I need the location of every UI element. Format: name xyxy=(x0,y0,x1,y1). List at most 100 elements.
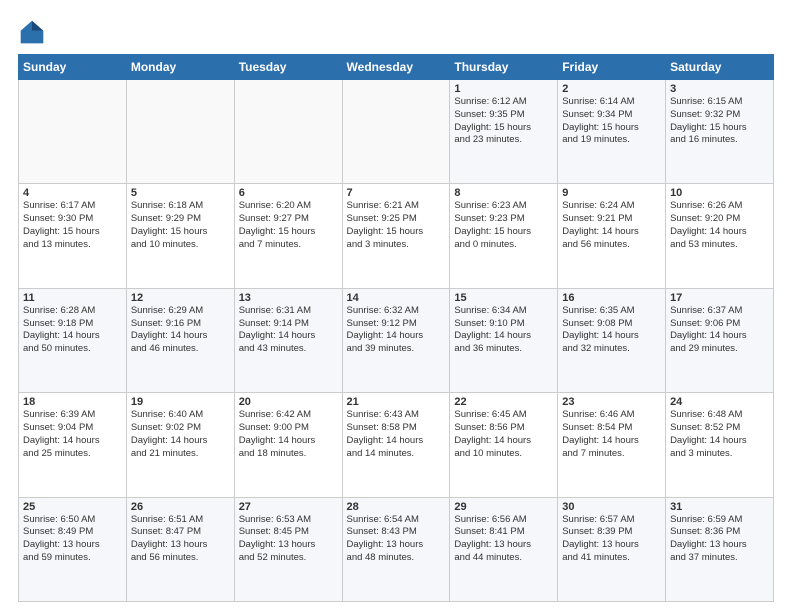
weekday-header: Thursday xyxy=(450,55,558,80)
weekday-header: Wednesday xyxy=(342,55,450,80)
day-number: 1 xyxy=(454,83,553,95)
day-info: Sunrise: 6:37 AMSunset: 9:06 PMDaylight:… xyxy=(670,305,769,356)
day-number: 28 xyxy=(347,501,446,513)
calendar-cell: 18Sunrise: 6:39 AMSunset: 9:04 PMDayligh… xyxy=(19,393,127,497)
day-info: Sunrise: 6:54 AMSunset: 8:43 PMDaylight:… xyxy=(347,514,446,565)
calendar-cell: 30Sunrise: 6:57 AMSunset: 8:39 PMDayligh… xyxy=(558,497,666,601)
calendar-cell: 28Sunrise: 6:54 AMSunset: 8:43 PMDayligh… xyxy=(342,497,450,601)
day-info: Sunrise: 6:24 AMSunset: 9:21 PMDaylight:… xyxy=(562,200,661,251)
calendar-cell: 9Sunrise: 6:24 AMSunset: 9:21 PMDaylight… xyxy=(558,184,666,288)
calendar-cell: 11Sunrise: 6:28 AMSunset: 9:18 PMDayligh… xyxy=(19,288,127,392)
calendar-cell: 2Sunrise: 6:14 AMSunset: 9:34 PMDaylight… xyxy=(558,80,666,184)
day-number: 30 xyxy=(562,501,661,513)
day-number: 29 xyxy=(454,501,553,513)
day-info: Sunrise: 6:18 AMSunset: 9:29 PMDaylight:… xyxy=(131,200,230,251)
calendar-cell: 25Sunrise: 6:50 AMSunset: 8:49 PMDayligh… xyxy=(19,497,127,601)
calendar: SundayMondayTuesdayWednesdayThursdayFrid… xyxy=(18,54,774,602)
day-info: Sunrise: 6:40 AMSunset: 9:02 PMDaylight:… xyxy=(131,409,230,460)
day-info: Sunrise: 6:35 AMSunset: 9:08 PMDaylight:… xyxy=(562,305,661,356)
calendar-cell: 13Sunrise: 6:31 AMSunset: 9:14 PMDayligh… xyxy=(234,288,342,392)
day-info: Sunrise: 6:56 AMSunset: 8:41 PMDaylight:… xyxy=(454,514,553,565)
day-number: 19 xyxy=(131,396,230,408)
calendar-cell: 31Sunrise: 6:59 AMSunset: 8:36 PMDayligh… xyxy=(666,497,774,601)
day-info: Sunrise: 6:17 AMSunset: 9:30 PMDaylight:… xyxy=(23,200,122,251)
day-info: Sunrise: 6:14 AMSunset: 9:34 PMDaylight:… xyxy=(562,96,661,147)
calendar-cell: 19Sunrise: 6:40 AMSunset: 9:02 PMDayligh… xyxy=(126,393,234,497)
logo-icon xyxy=(18,18,46,46)
calendar-header: SundayMondayTuesdayWednesdayThursdayFrid… xyxy=(19,55,774,80)
day-number: 10 xyxy=(670,187,769,199)
calendar-cell: 29Sunrise: 6:56 AMSunset: 8:41 PMDayligh… xyxy=(450,497,558,601)
day-number: 22 xyxy=(454,396,553,408)
calendar-body: 1Sunrise: 6:12 AMSunset: 9:35 PMDaylight… xyxy=(19,80,774,602)
calendar-week: 18Sunrise: 6:39 AMSunset: 9:04 PMDayligh… xyxy=(19,393,774,497)
day-info: Sunrise: 6:15 AMSunset: 9:32 PMDaylight:… xyxy=(670,96,769,147)
calendar-cell: 26Sunrise: 6:51 AMSunset: 8:47 PMDayligh… xyxy=(126,497,234,601)
day-number: 15 xyxy=(454,292,553,304)
weekday-header: Sunday xyxy=(19,55,127,80)
calendar-cell: 22Sunrise: 6:45 AMSunset: 8:56 PMDayligh… xyxy=(450,393,558,497)
calendar-cell: 7Sunrise: 6:21 AMSunset: 9:25 PMDaylight… xyxy=(342,184,450,288)
weekday-header: Friday xyxy=(558,55,666,80)
calendar-cell: 8Sunrise: 6:23 AMSunset: 9:23 PMDaylight… xyxy=(450,184,558,288)
day-number: 5 xyxy=(131,187,230,199)
calendar-cell: 12Sunrise: 6:29 AMSunset: 9:16 PMDayligh… xyxy=(126,288,234,392)
day-number: 31 xyxy=(670,501,769,513)
calendar-cell: 20Sunrise: 6:42 AMSunset: 9:00 PMDayligh… xyxy=(234,393,342,497)
day-info: Sunrise: 6:20 AMSunset: 9:27 PMDaylight:… xyxy=(239,200,338,251)
day-info: Sunrise: 6:59 AMSunset: 8:36 PMDaylight:… xyxy=(670,514,769,565)
calendar-week: 1Sunrise: 6:12 AMSunset: 9:35 PMDaylight… xyxy=(19,80,774,184)
day-number: 25 xyxy=(23,501,122,513)
calendar-week: 25Sunrise: 6:50 AMSunset: 8:49 PMDayligh… xyxy=(19,497,774,601)
calendar-cell: 15Sunrise: 6:34 AMSunset: 9:10 PMDayligh… xyxy=(450,288,558,392)
calendar-cell: 17Sunrise: 6:37 AMSunset: 9:06 PMDayligh… xyxy=(666,288,774,392)
day-number: 3 xyxy=(670,83,769,95)
day-info: Sunrise: 6:42 AMSunset: 9:00 PMDaylight:… xyxy=(239,409,338,460)
weekday-header: Saturday xyxy=(666,55,774,80)
day-info: Sunrise: 6:53 AMSunset: 8:45 PMDaylight:… xyxy=(239,514,338,565)
day-number: 17 xyxy=(670,292,769,304)
calendar-cell: 3Sunrise: 6:15 AMSunset: 9:32 PMDaylight… xyxy=(666,80,774,184)
calendar-table: SundayMondayTuesdayWednesdayThursdayFrid… xyxy=(18,54,774,602)
day-info: Sunrise: 6:48 AMSunset: 8:52 PMDaylight:… xyxy=(670,409,769,460)
weekday-header: Monday xyxy=(126,55,234,80)
day-info: Sunrise: 6:21 AMSunset: 9:25 PMDaylight:… xyxy=(347,200,446,251)
calendar-cell: 21Sunrise: 6:43 AMSunset: 8:58 PMDayligh… xyxy=(342,393,450,497)
calendar-cell xyxy=(234,80,342,184)
calendar-week: 11Sunrise: 6:28 AMSunset: 9:18 PMDayligh… xyxy=(19,288,774,392)
day-info: Sunrise: 6:23 AMSunset: 9:23 PMDaylight:… xyxy=(454,200,553,251)
header xyxy=(18,18,774,46)
day-number: 26 xyxy=(131,501,230,513)
calendar-week: 4Sunrise: 6:17 AMSunset: 9:30 PMDaylight… xyxy=(19,184,774,288)
calendar-cell: 10Sunrise: 6:26 AMSunset: 9:20 PMDayligh… xyxy=(666,184,774,288)
calendar-cell xyxy=(342,80,450,184)
day-number: 21 xyxy=(347,396,446,408)
day-info: Sunrise: 6:50 AMSunset: 8:49 PMDaylight:… xyxy=(23,514,122,565)
day-info: Sunrise: 6:45 AMSunset: 8:56 PMDaylight:… xyxy=(454,409,553,460)
day-info: Sunrise: 6:57 AMSunset: 8:39 PMDaylight:… xyxy=(562,514,661,565)
day-number: 8 xyxy=(454,187,553,199)
calendar-cell: 27Sunrise: 6:53 AMSunset: 8:45 PMDayligh… xyxy=(234,497,342,601)
day-number: 2 xyxy=(562,83,661,95)
calendar-cell: 6Sunrise: 6:20 AMSunset: 9:27 PMDaylight… xyxy=(234,184,342,288)
day-number: 24 xyxy=(670,396,769,408)
calendar-cell xyxy=(126,80,234,184)
calendar-cell: 24Sunrise: 6:48 AMSunset: 8:52 PMDayligh… xyxy=(666,393,774,497)
calendar-cell: 14Sunrise: 6:32 AMSunset: 9:12 PMDayligh… xyxy=(342,288,450,392)
day-number: 7 xyxy=(347,187,446,199)
day-number: 13 xyxy=(239,292,338,304)
day-number: 16 xyxy=(562,292,661,304)
day-number: 20 xyxy=(239,396,338,408)
day-info: Sunrise: 6:12 AMSunset: 9:35 PMDaylight:… xyxy=(454,96,553,147)
calendar-cell: 16Sunrise: 6:35 AMSunset: 9:08 PMDayligh… xyxy=(558,288,666,392)
day-number: 4 xyxy=(23,187,122,199)
day-number: 27 xyxy=(239,501,338,513)
day-number: 11 xyxy=(23,292,122,304)
day-info: Sunrise: 6:32 AMSunset: 9:12 PMDaylight:… xyxy=(347,305,446,356)
weekday-header: Tuesday xyxy=(234,55,342,80)
day-number: 23 xyxy=(562,396,661,408)
calendar-cell: 1Sunrise: 6:12 AMSunset: 9:35 PMDaylight… xyxy=(450,80,558,184)
calendar-cell xyxy=(19,80,127,184)
day-info: Sunrise: 6:31 AMSunset: 9:14 PMDaylight:… xyxy=(239,305,338,356)
day-number: 12 xyxy=(131,292,230,304)
